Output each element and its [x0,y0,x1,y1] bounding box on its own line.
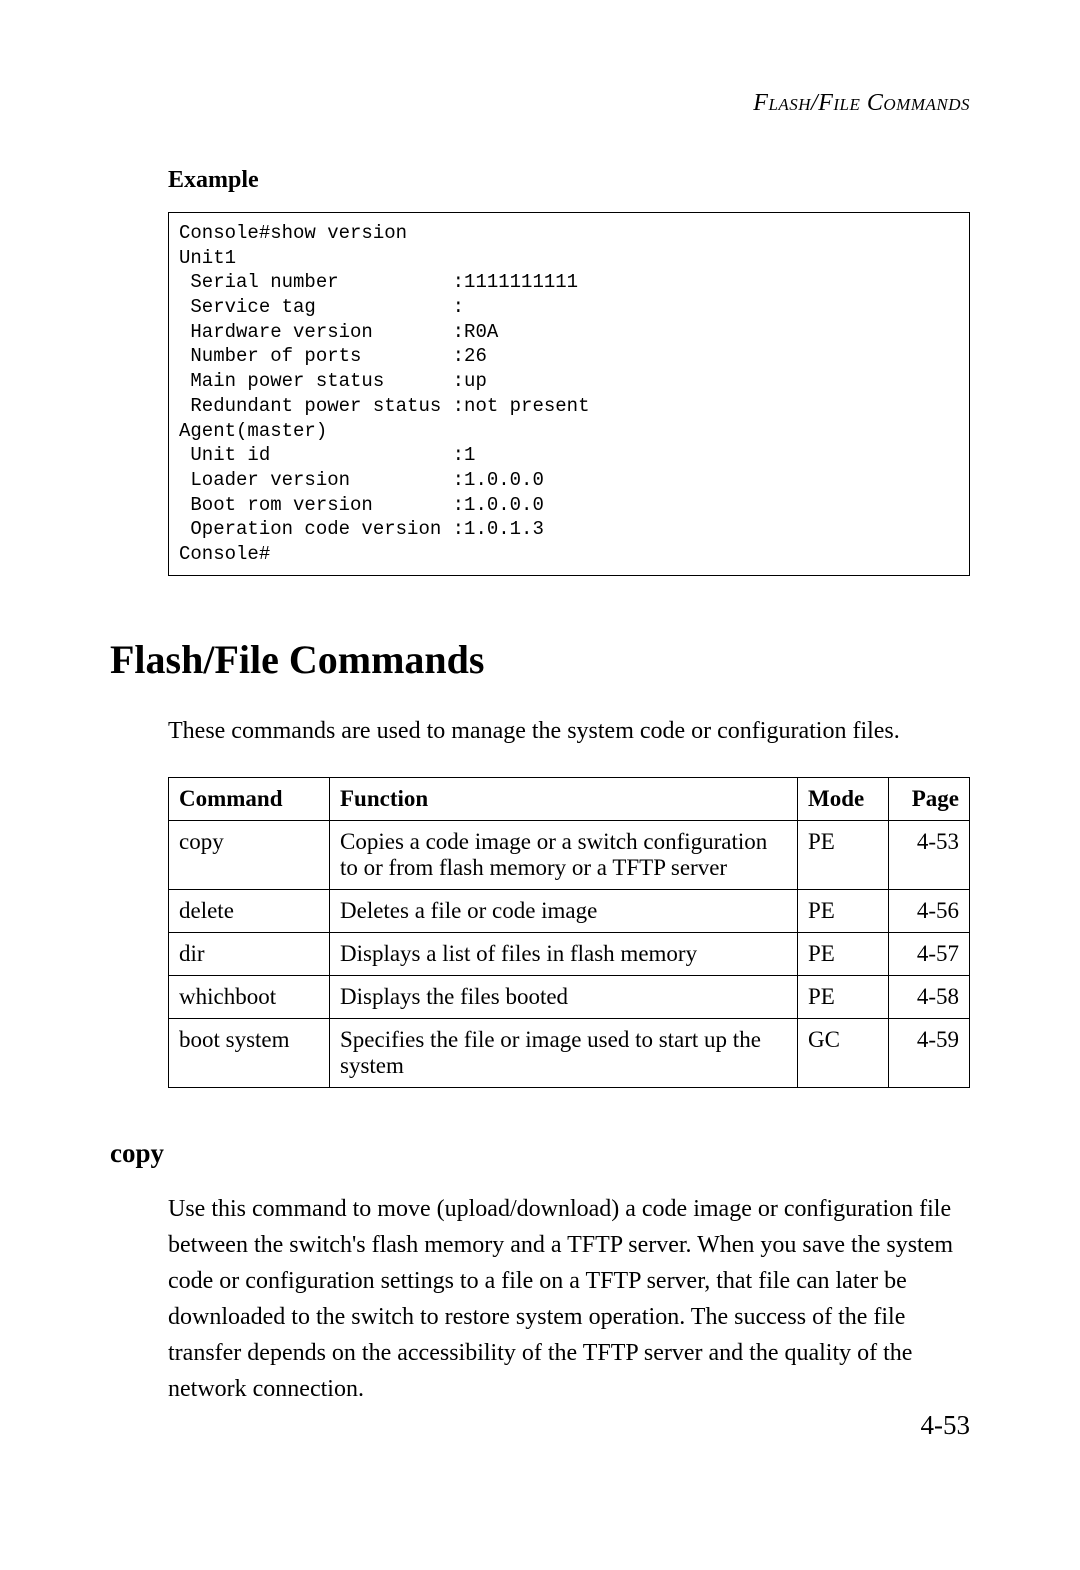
cell-command: delete [169,889,330,932]
cell-page: 4-56 [889,889,970,932]
cell-page: 4-59 [889,1018,970,1087]
cell-mode: PE [798,975,889,1018]
th-function: Function [330,777,798,820]
cell-function: Displays the files booted [330,975,798,1018]
cell-command: dir [169,932,330,975]
cell-function: Specifies the file or image used to star… [330,1018,798,1087]
copy-body: Use this command to move (upload/downloa… [168,1191,970,1407]
cell-page: 4-58 [889,975,970,1018]
cell-function: Deletes a file or code image [330,889,798,932]
cell-function: Copies a code image or a switch configur… [330,820,798,889]
running-head: Flash/File Commands [110,90,970,117]
cell-command: whichboot [169,975,330,1018]
code-block: Console#show version Unit1 Serial number… [168,212,970,576]
cell-page: 4-57 [889,932,970,975]
table-row: deleteDeletes a file or code imagePE4-56 [169,889,970,932]
table-row: whichbootDisplays the files bootedPE4-58 [169,975,970,1018]
section-title: Flash/File Commands [110,636,970,683]
copy-heading: copy [110,1138,970,1169]
command-table: Command Function Mode Page copyCopies a … [168,777,970,1088]
example-heading: Example [168,167,970,194]
cell-command: copy [169,820,330,889]
table-row: copyCopies a code image or a switch conf… [169,820,970,889]
table-header-row: Command Function Mode Page [169,777,970,820]
page-number: 4-53 [921,1410,971,1441]
th-command: Command [169,777,330,820]
cell-mode: PE [798,932,889,975]
cell-mode: PE [798,889,889,932]
th-mode: Mode [798,777,889,820]
cell-mode: PE [798,820,889,889]
section-intro: These commands are used to manage the sy… [168,713,970,749]
cell-command: boot system [169,1018,330,1087]
table-row: dirDisplays a list of files in flash mem… [169,932,970,975]
cell-mode: GC [798,1018,889,1087]
table-row: boot systemSpecifies the file or image u… [169,1018,970,1087]
cell-function: Displays a list of files in flash memory [330,932,798,975]
th-page: Page [889,777,970,820]
cell-page: 4-53 [889,820,970,889]
